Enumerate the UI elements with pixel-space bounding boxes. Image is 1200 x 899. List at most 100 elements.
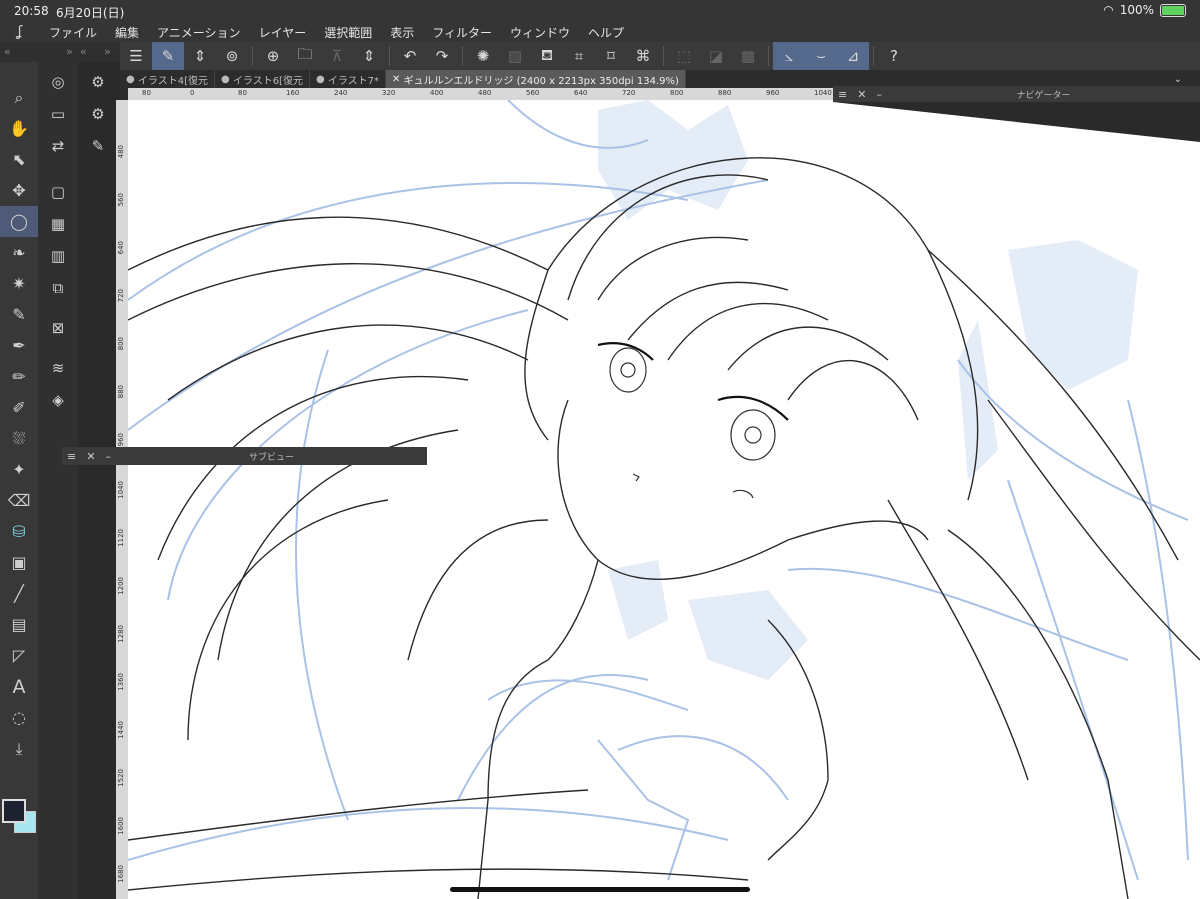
loading-icon[interactable]: ✺ [467, 42, 499, 70]
move-tool[interactable]: ✥ [0, 175, 38, 206]
tab-illust7[interactable]: ● イラスト7* [310, 70, 387, 88]
tab-label: イラスト7* [327, 75, 380, 87]
mesh-icon[interactable]: ⌘ [627, 42, 659, 70]
close-icon[interactable]: ✕ [852, 88, 871, 101]
figure-tool[interactable]: ╱ [0, 578, 38, 609]
collapse-right-icon[interactable]: » [66, 45, 73, 58]
auto-action-icon[interactable]: ⧉ [38, 272, 78, 304]
ruler-tick-label: 1200 [117, 577, 125, 595]
brush-setting-icon[interactable]: ✎ [78, 130, 118, 162]
operation-tool[interactable]: ⬉ [0, 144, 38, 175]
menu-animation[interactable]: アニメーション [148, 24, 250, 41]
tab-active-document[interactable]: ✕ ギュルルンエルドリッジ (2400 x 2213px 350dpi 134.… [386, 70, 686, 88]
frame-tool[interactable]: ▤ [0, 609, 38, 640]
lasso-tool[interactable]: ◯ [0, 206, 38, 237]
correct-line-icon: ⤓ [15, 738, 23, 758]
clear-icon[interactable]: ▧ [499, 42, 531, 70]
snap-ruler-icon[interactable]: ⦣ [773, 42, 805, 70]
collapse-left-icon-2[interactable]: « [80, 45, 87, 58]
navigator-panel: ≡ ✕ – ナビゲーター [833, 86, 1200, 102]
eraser-icon: ⌫ [7, 491, 31, 510]
minimize-icon[interactable]: – [100, 450, 116, 463]
snap-grid-icon[interactable]: ⊿ [837, 42, 869, 70]
menu-help[interactable]: ヘルプ [579, 24, 633, 41]
deselect-icon[interactable]: ⬚ [668, 42, 700, 70]
panel-menu-icon[interactable]: ≡ [833, 88, 852, 101]
menu-layer[interactable]: レイヤー [250, 24, 316, 41]
gradient-tool[interactable]: ▣ [0, 547, 38, 578]
ruler-tick-label: 320 [382, 89, 396, 97]
menu-window[interactable]: ウィンドウ [501, 24, 579, 41]
operation-icon: ⬉ [12, 150, 26, 169]
tab-label: イラスト6[復元 [232, 75, 303, 87]
open-folder-icon[interactable]: 🗀 [289, 42, 321, 70]
history-icon[interactable]: ⇄ [38, 130, 78, 162]
transform-icon[interactable]: ⌑ [595, 42, 627, 70]
correct-line-tool[interactable]: ⤓ [0, 733, 38, 764]
balloon-tool[interactable]: ◌ [0, 702, 38, 733]
panel-menu-icon[interactable]: ≡ [62, 450, 81, 463]
layer-property-icon[interactable]: ◎ [38, 66, 78, 98]
scale-icon[interactable]: ⌗ [563, 42, 595, 70]
collapse-left-icon[interactable]: « [4, 45, 11, 58]
stepper-icon[interactable]: ⇕ [184, 42, 216, 70]
auto-select-tool[interactable]: ❧ [0, 237, 38, 268]
help-icon[interactable]: ? [878, 42, 910, 70]
layers-stack-icon[interactable]: ◈ [38, 384, 78, 416]
collapse-right-icon-2[interactable]: » [104, 45, 111, 58]
layer-search-icon[interactable]: ≋ [38, 352, 78, 384]
hand-tool[interactable]: ✋ [0, 113, 38, 144]
menu-view[interactable]: 表示 [381, 24, 423, 41]
layer-icon[interactable]: ▢ [38, 176, 78, 208]
text-icon: A [12, 675, 26, 698]
menu-selection[interactable]: 選択範囲 [315, 24, 381, 41]
close-icon[interactable]: ✕ [81, 450, 100, 463]
color-swatches[interactable] [2, 799, 38, 835]
invert-select-icon[interactable]: ◪ [700, 42, 732, 70]
tool-property-icon[interactable]: ⚙ [78, 98, 118, 130]
snap-special-ruler-icon[interactable]: ⌣ [805, 42, 837, 70]
tab-illust4[interactable]: ● イラスト4[復元 [120, 70, 215, 88]
menu-hamburger-icon[interactable]: ☰ [120, 42, 152, 70]
magic-wand-tool[interactable]: ✷ [0, 268, 38, 299]
eraser-tool[interactable]: ⌫ [0, 485, 38, 516]
eyedropper-tool[interactable]: ✎ [0, 299, 38, 330]
drawing-canvas[interactable] [128, 100, 1200, 899]
new-file-icon[interactable]: ⊕ [257, 42, 289, 70]
redo-icon[interactable]: ↷ [426, 42, 458, 70]
main-color[interactable] [2, 799, 26, 823]
ruler-tool[interactable]: ◸ [0, 640, 38, 671]
pencil-tool[interactable]: ✏ [0, 361, 38, 392]
close-icon[interactable]: ✕ [392, 74, 400, 85]
undo-icon[interactable]: ↶ [394, 42, 426, 70]
save-stepper-icon[interactable]: ⇕ [353, 42, 385, 70]
menu-file[interactable]: ファイル [40, 24, 106, 41]
chevron-down-icon[interactable]: ⌄ [1174, 74, 1200, 85]
text-tool[interactable]: A [0, 671, 38, 702]
tab-label: ギュルルンエルドリッジ (2400 x 2213px 350dpi 134.9%… [403, 75, 679, 87]
fill-bucket-icon[interactable]: ⛾ [531, 42, 563, 70]
material-icon[interactable]: ▦ [38, 208, 78, 240]
magnifier-tool[interactable]: ⌕ [0, 82, 38, 113]
cloud-sync-icon[interactable]: ⊚ [216, 42, 248, 70]
balloon-icon: ◌ [12, 708, 26, 727]
ruler-tick-label: 0 [190, 89, 195, 97]
decoration-tool[interactable]: ✦ [0, 454, 38, 485]
menu-filter[interactable]: フィルター [423, 24, 501, 41]
airbrush-tool[interactable]: ⛆ [0, 423, 38, 454]
brush-tool[interactable]: ✐ [0, 392, 38, 423]
fill-tool[interactable]: ⛁ [0, 516, 38, 547]
app-logo-icon[interactable]: ʆ [0, 24, 40, 40]
close-box-icon[interactable]: ⊠ [38, 312, 78, 344]
eyedropper-icon: ✎ [12, 305, 26, 324]
save-icon[interactable]: ⊼ [321, 42, 353, 70]
animation-icon[interactable]: ▥ [38, 240, 78, 272]
brush-size-icon[interactable]: ⚙ [78, 66, 118, 98]
timeline-icon[interactable]: ▭ [38, 98, 78, 130]
pen-tool[interactable]: ✒ [0, 330, 38, 361]
select-all-icon[interactable]: ▩ [732, 42, 764, 70]
quick-access-icon[interactable]: ✎ [152, 42, 184, 70]
tab-illust6[interactable]: ● イラスト6[復元 [215, 70, 310, 88]
minimize-icon[interactable]: – [871, 88, 887, 101]
menu-edit[interactable]: 編集 [106, 24, 148, 41]
